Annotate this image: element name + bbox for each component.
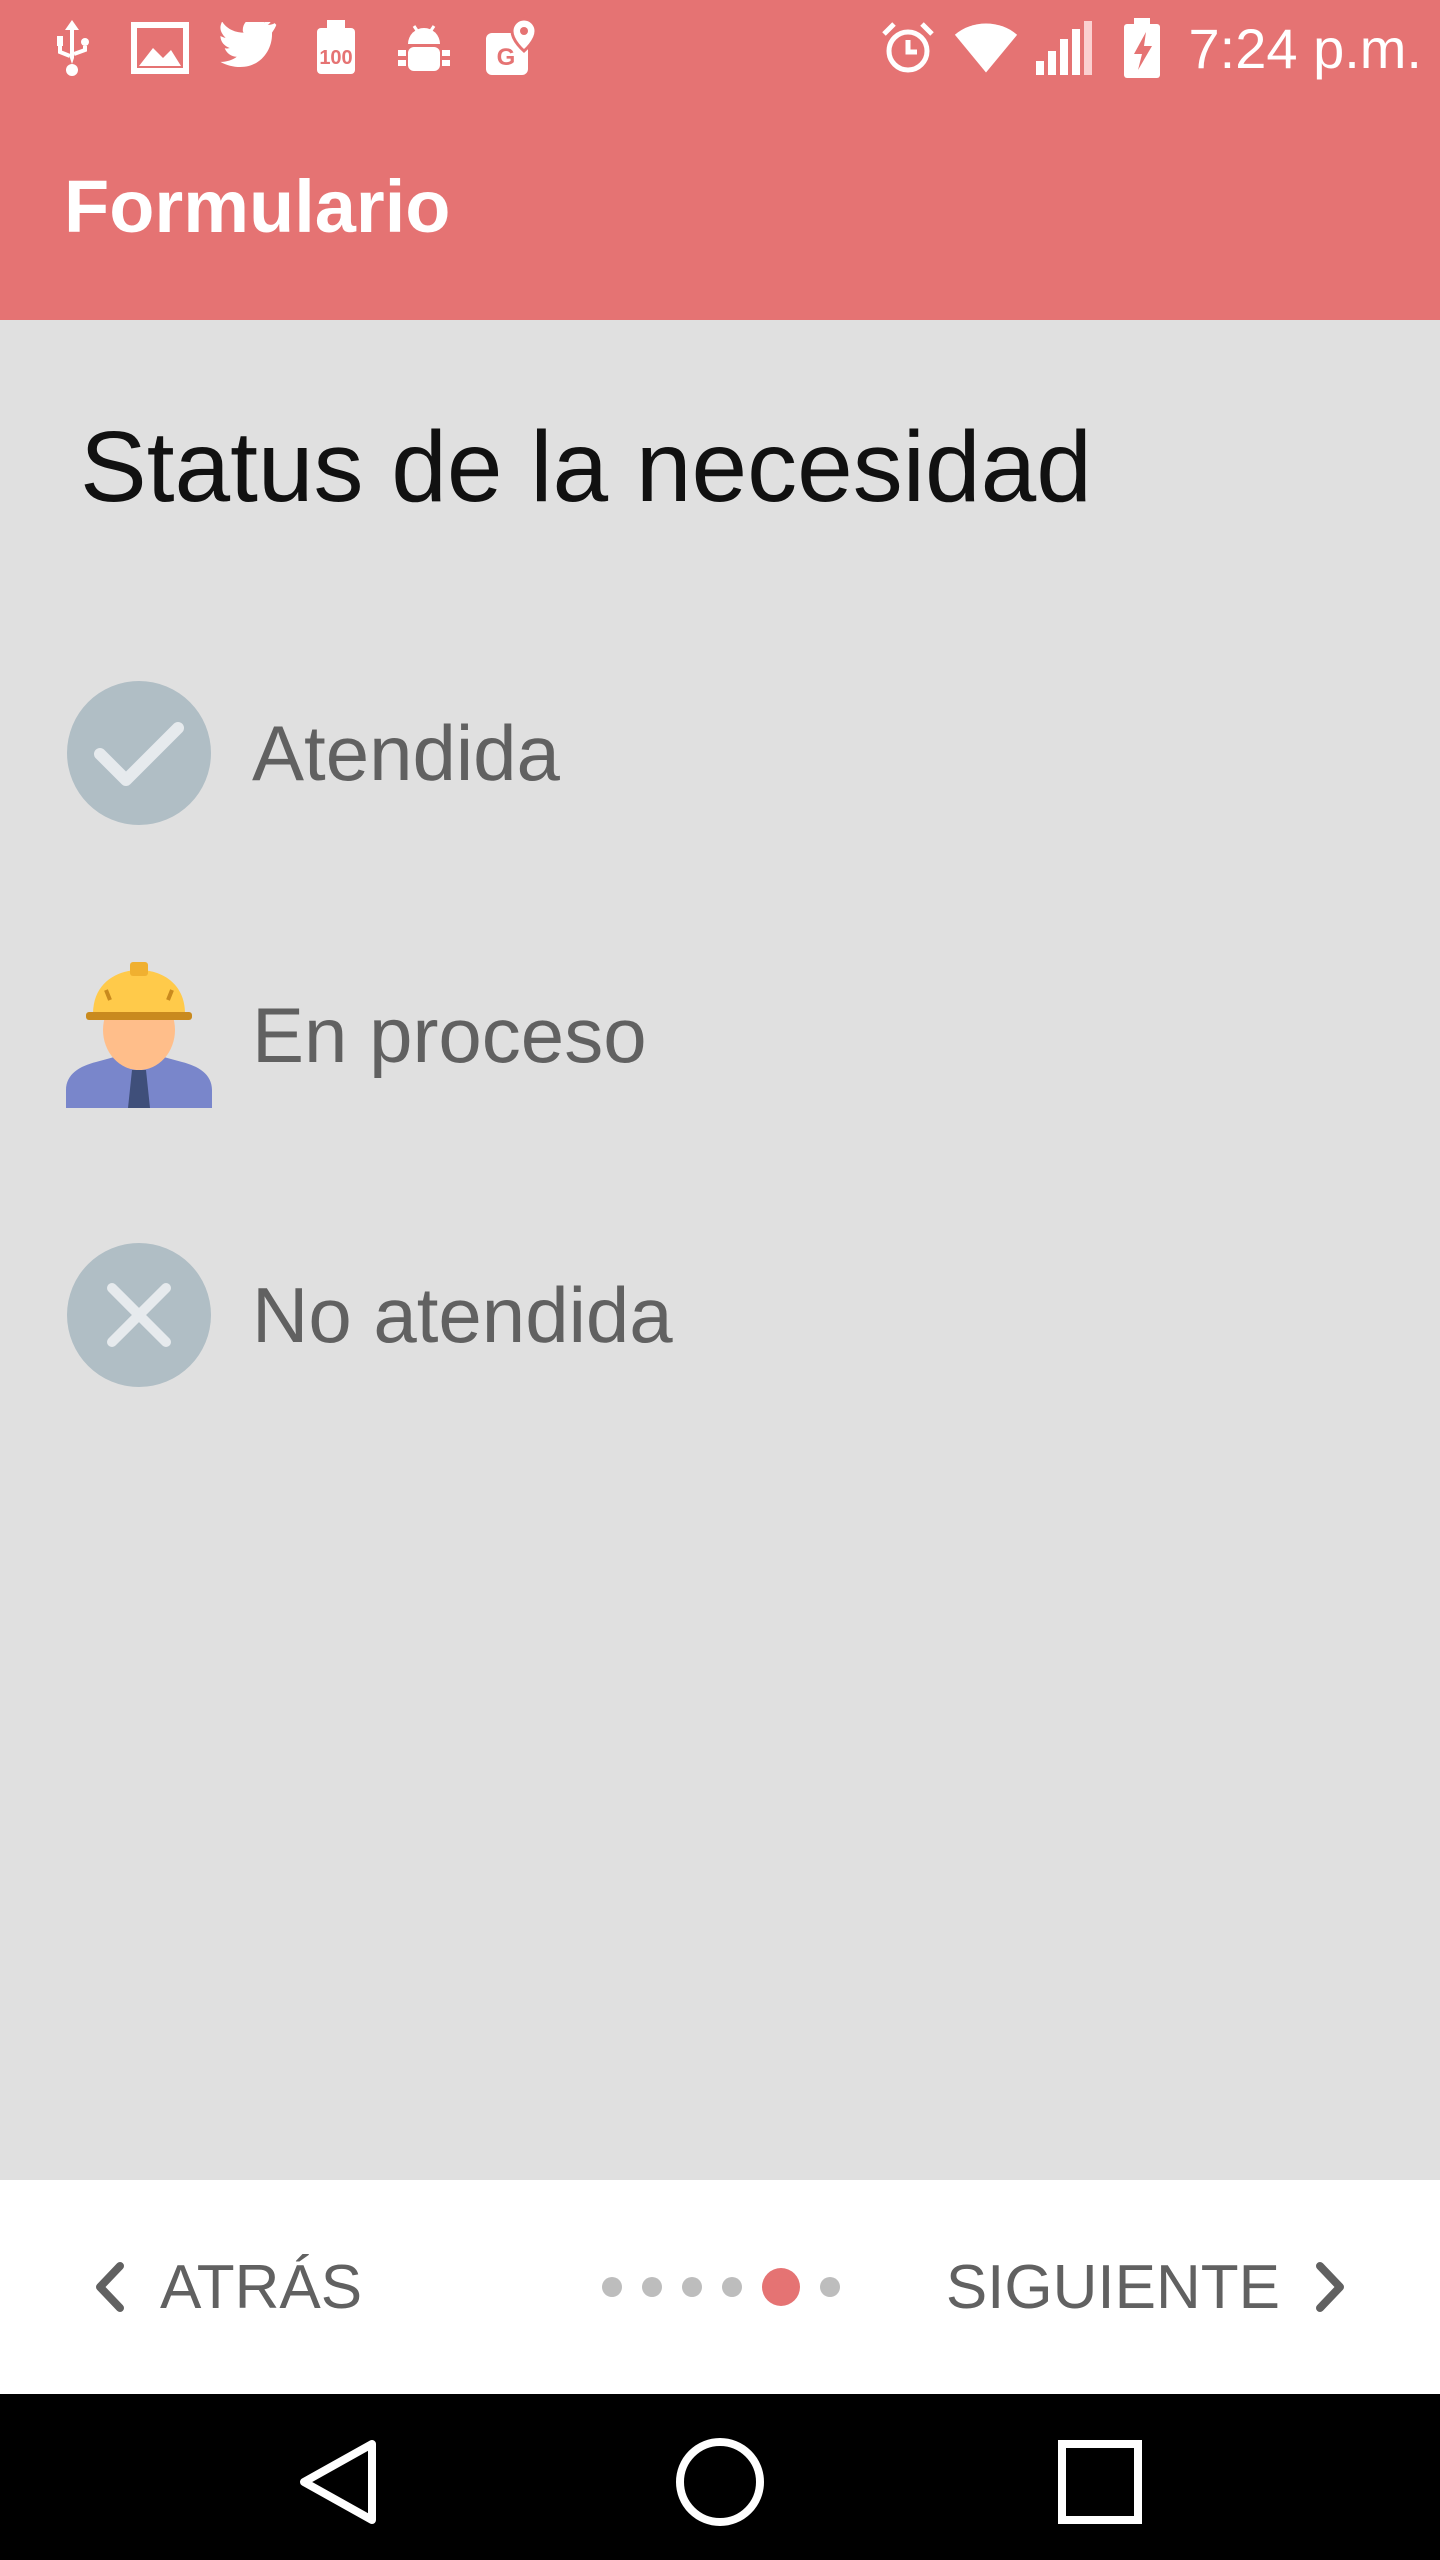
chevron-left-icon [90,2260,130,2314]
option-label: Atendida [252,708,560,797]
page-dot [642,2277,662,2297]
status-bar: 100 G 7:24 p.m. [0,0,1440,96]
page-dot-active [762,2268,800,2306]
page-dot [722,2277,742,2297]
back-button[interactable]: ATRÁS [90,2180,362,2394]
signal-icon [1031,16,1097,80]
square-recents-icon [1058,2440,1142,2524]
question-title: Status de la necesidad [80,411,1092,523]
next-label: SIGUIENTE [945,2252,1280,2322]
system-recents-button[interactable] [1050,2432,1150,2532]
android-debug-icon [390,16,458,80]
alarm-icon [875,16,941,80]
app-bar: Formulario [0,96,1440,320]
page-indicator [602,2180,860,2394]
svg-text:G: G [497,44,516,71]
iso-100-icon: 100 [302,16,370,80]
check-circle-icon [66,680,212,826]
option-label: No atendida [252,1270,673,1359]
page-dot [602,2277,622,2297]
map-pin-icon: G [478,16,546,80]
notification-icons: 100 G [38,12,566,84]
system-home-button[interactable] [670,2432,770,2532]
bottom-nav: ATRÁS SIGUIENTE [0,2180,1440,2394]
image-icon [126,16,194,80]
battery-charging-icon [1109,16,1175,80]
back-label: ATRÁS [160,2252,363,2322]
page-dot [820,2277,840,2297]
page-dot [682,2277,702,2297]
x-circle-icon [66,1242,212,1388]
next-button[interactable]: SIGUIENTE [946,2180,1350,2394]
system-nav-bar [0,2394,1440,2560]
usb-icon [38,16,106,80]
system-status-icons: 7:24 p.m. [863,12,1422,84]
triangle-back-icon [300,2440,376,2524]
wifi-icon [953,16,1019,80]
circle-home-icon [676,2438,764,2526]
option-label: En proceso [252,990,647,1079]
system-back-button[interactable] [290,2432,390,2532]
page-title: Formulario [64,165,451,248]
twitter-icon [214,16,282,80]
option-no-atendida[interactable]: No atendida [66,1240,1366,1390]
status-time: 7:24 p.m. [1188,16,1422,80]
chevron-right-icon [1310,2260,1350,2314]
option-atendida[interactable]: Atendida [66,678,1366,828]
option-en-proceso[interactable]: En proceso [66,960,1366,1110]
worker-icon [66,962,212,1108]
svg-text:100: 100 [319,47,352,69]
